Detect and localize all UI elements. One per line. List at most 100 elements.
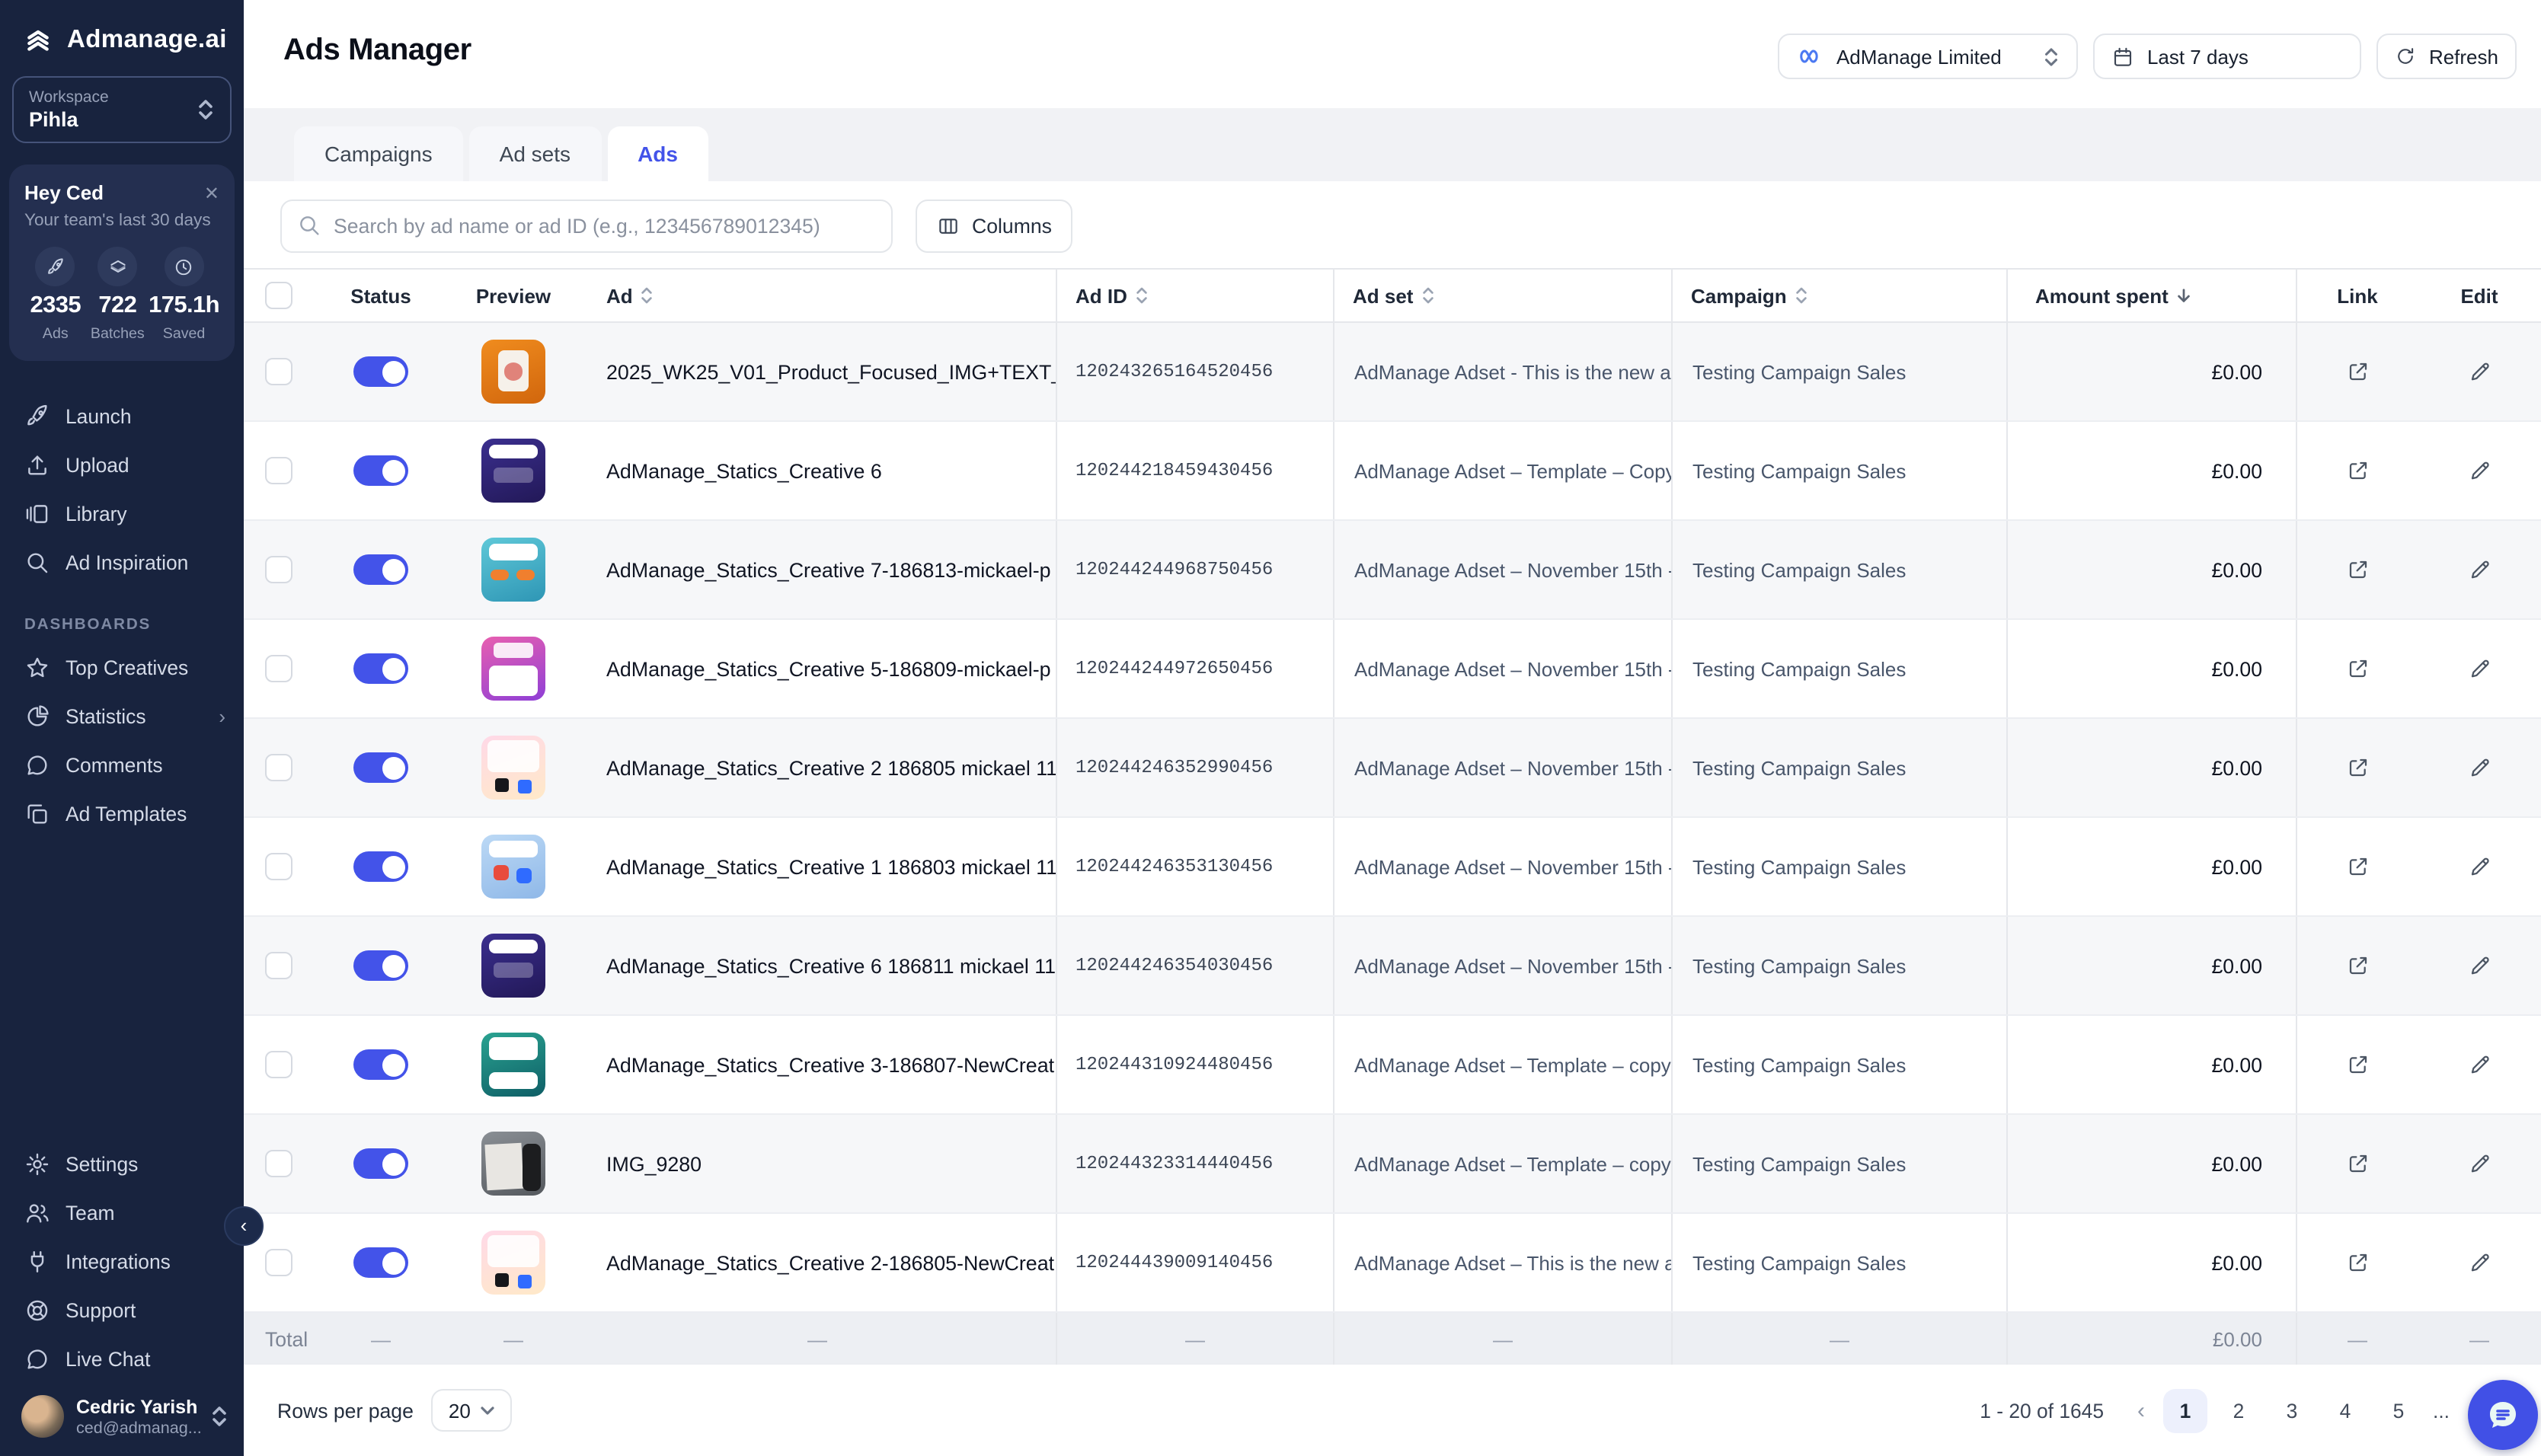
pencil-icon[interactable] [2467,1052,2491,1077]
status-toggle[interactable] [353,752,408,783]
row-checkbox[interactable] [265,655,292,682]
prev-page-button[interactable]: ‹ [2128,1397,2154,1423]
row-checkbox[interactable] [265,556,292,583]
ad-name[interactable]: AdManage_Statics_Creative 6 [579,422,1056,519]
ad-thumbnail[interactable] [481,538,545,602]
pencil-icon[interactable] [2467,755,2491,780]
row-checkbox[interactable] [265,1051,292,1078]
column-header-ad-id[interactable]: Ad ID [1056,270,1333,321]
sidebar-item-integrations[interactable]: Integrations [0,1237,244,1285]
ad-thumbnail[interactable] [481,439,545,503]
ad-thumbnail[interactable] [481,1033,545,1097]
row-checkbox[interactable] [265,457,292,484]
external-link-icon[interactable] [2345,359,2370,384]
row-checkbox[interactable] [265,754,292,781]
date-range-selector[interactable]: Last 7 days [2094,34,2362,79]
sidebar-item-top-creatives[interactable]: Top Creatives [0,643,244,691]
ad-thumbnail[interactable] [481,340,545,404]
page-button[interactable]: 5 [2376,1388,2421,1432]
column-header-ad-set[interactable]: Ad set [1333,270,1671,321]
ad-name[interactable]: AdManage_Statics_Creative 3-186807-NewCr… [579,1016,1056,1113]
status-toggle[interactable] [353,950,408,981]
page-button[interactable]: 4 [2323,1388,2367,1432]
external-link-icon[interactable] [2345,1250,2370,1275]
external-link-icon[interactable] [2345,953,2370,978]
external-link-icon[interactable] [2345,557,2370,582]
pencil-icon[interactable] [2467,854,2491,879]
status-toggle[interactable] [353,356,408,387]
status-toggle[interactable] [353,1049,408,1080]
page-button[interactable]: 3 [2270,1388,2314,1432]
ad-account-selector[interactable]: AdManage Limited [1779,34,2079,79]
chat-fab-button[interactable] [2468,1380,2538,1450]
ad-thumbnail[interactable] [481,934,545,998]
ad-name[interactable]: 2025_WK25_V01_Product_Focused_IMG+TEXT_( [579,323,1056,420]
sidebar-item-launch[interactable]: Launch [0,391,244,440]
close-icon[interactable]: ✕ [204,184,219,202]
column-header-amount-spent[interactable]: Amount spent [2006,270,2296,321]
row-checkbox[interactable] [265,853,292,880]
ad-name[interactable]: AdManage_Statics_Creative 5-186809-micka… [579,620,1056,717]
pencil-icon[interactable] [2467,656,2491,681]
external-link-icon[interactable] [2345,458,2370,483]
status-toggle[interactable] [353,1247,408,1278]
search-input[interactable] [280,200,893,253]
sidebar-item-comments[interactable]: Comments [0,740,244,789]
status-toggle[interactable] [353,455,408,486]
column-header-ad[interactable]: Ad [579,270,1056,321]
select-all-checkbox[interactable] [265,282,292,309]
ad-thumbnail[interactable] [481,736,545,800]
status-toggle[interactable] [353,653,408,684]
ad-name[interactable]: AdManage_Statics_Creative 6 186811 micka… [579,917,1056,1014]
ad-name[interactable]: AdManage_Statics_Creative 2-186805-NewCr… [579,1214,1056,1311]
status-toggle[interactable] [353,1148,408,1179]
sidebar-item-team[interactable]: Team [0,1188,244,1237]
user-menu[interactable]: Cedric Yarish ced@admanag... [0,1383,244,1456]
sidebar-item-ad-templates[interactable]: Ad Templates [0,789,244,838]
row-checkbox[interactable] [265,952,292,979]
pencil-icon[interactable] [2467,557,2491,582]
row-checkbox[interactable] [265,358,292,385]
external-link-icon[interactable] [2345,854,2370,879]
workspace-selector[interactable]: Workspace Pihla [12,76,232,143]
rows-per-page-select[interactable]: 20 [432,1389,512,1432]
brand[interactable]: Admanage.ai [0,0,244,55]
external-link-icon[interactable] [2345,1052,2370,1077]
pencil-icon[interactable] [2467,1151,2491,1176]
external-link-icon[interactable] [2345,755,2370,780]
pencil-icon[interactable] [2467,953,2491,978]
ad-thumbnail[interactable] [481,1132,545,1196]
collapse-sidebar-button[interactable]: ‹ [224,1206,264,1246]
ad-name[interactable]: AdManage_Statics_Creative 7-186813-micka… [579,521,1056,618]
sidebar-item-upload[interactable]: Upload [0,440,244,489]
row-checkbox[interactable] [265,1249,292,1276]
sidebar-item-ad-inspiration[interactable]: Ad Inspiration [0,538,244,586]
sidebar-item-statistics[interactable]: Statistics › [0,691,244,740]
tab-campaigns[interactable]: Campaigns [294,127,463,181]
columns-button[interactable]: Columns [916,200,1073,253]
page-button[interactable]: 2 [2217,1388,2261,1432]
pencil-icon[interactable] [2467,458,2491,483]
ad-name[interactable]: AdManage_Statics_Creative 2 186805 micka… [579,719,1056,816]
ad-thumbnail[interactable] [481,835,545,899]
status-toggle[interactable] [353,851,408,882]
page-button[interactable]: 1 [2163,1388,2207,1432]
sidebar-item-settings[interactable]: Settings [0,1139,244,1188]
pencil-icon[interactable] [2467,1250,2491,1275]
sidebar-item-live-chat[interactable]: Live Chat [0,1334,244,1383]
row-checkbox[interactable] [265,1150,292,1177]
sidebar-item-support[interactable]: Support [0,1285,244,1334]
refresh-button[interactable]: Refresh [2377,34,2517,79]
pencil-icon[interactable] [2467,359,2491,384]
ad-thumbnail[interactable] [481,637,545,701]
external-link-icon[interactable] [2345,656,2370,681]
tab-ads[interactable]: Ads [607,127,708,181]
status-toggle[interactable] [353,554,408,585]
ad-thumbnail[interactable] [481,1231,545,1295]
column-header-campaign[interactable]: Campaign [1671,270,2006,321]
external-link-icon[interactable] [2345,1151,2370,1176]
sidebar-item-library[interactable]: Library [0,489,244,538]
tab-ad-sets[interactable]: Ad sets [469,127,601,181]
ad-name[interactable]: IMG_9280 [579,1115,1056,1212]
ad-name[interactable]: AdManage_Statics_Creative 1 186803 micka… [579,818,1056,915]
